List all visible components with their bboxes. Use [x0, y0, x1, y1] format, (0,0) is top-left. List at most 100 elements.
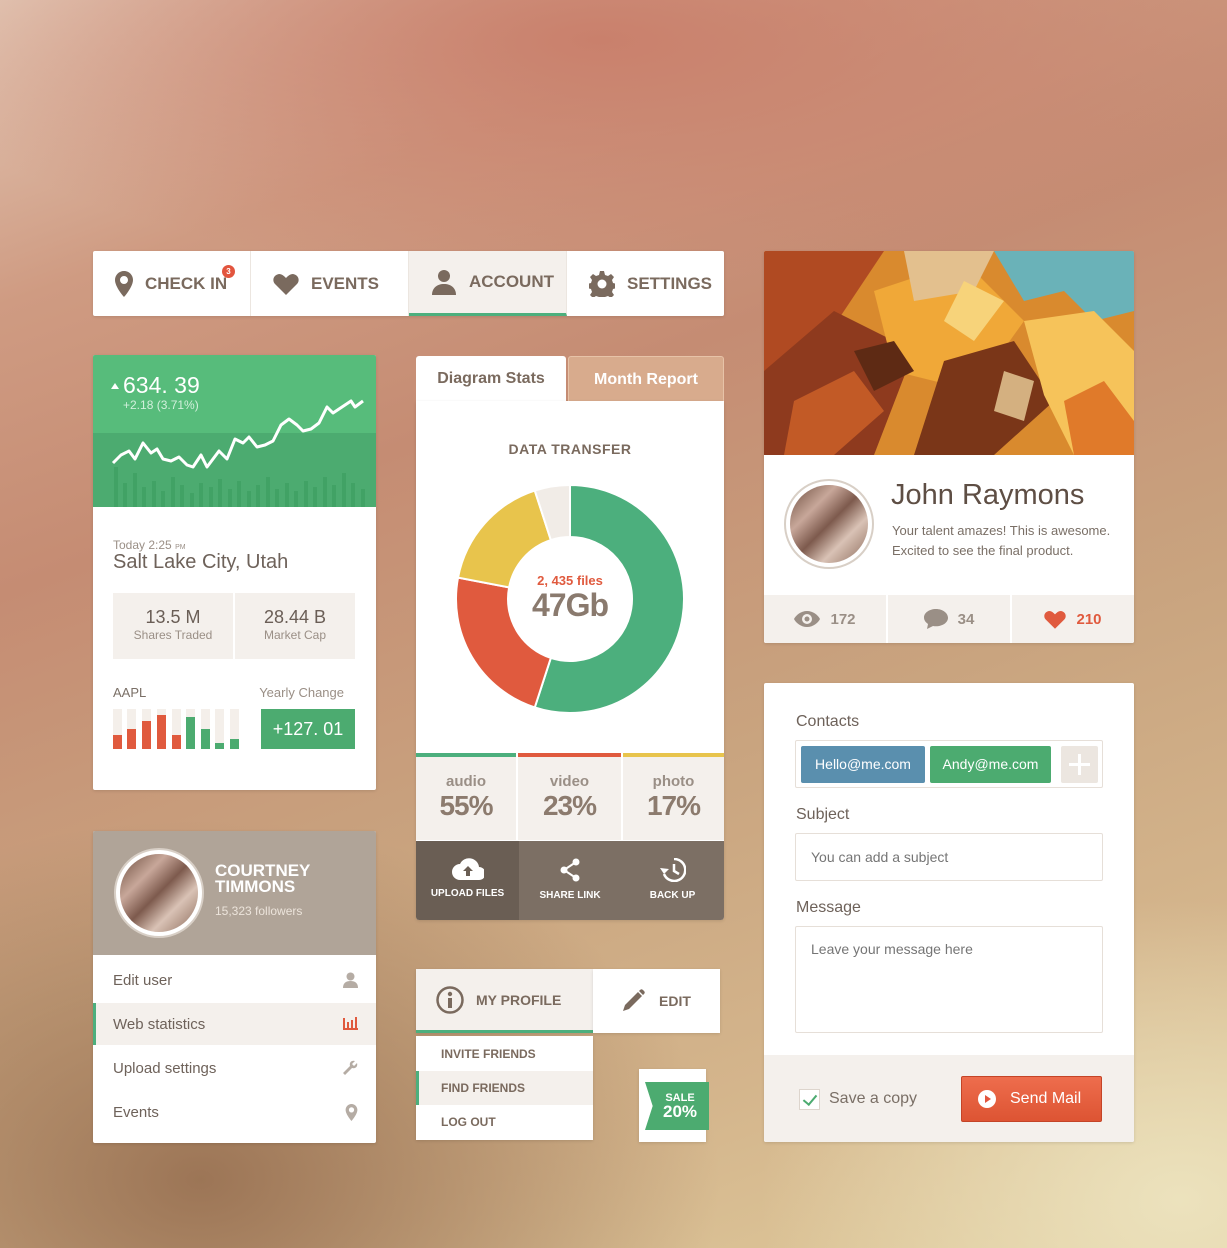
user-icon [432, 270, 456, 295]
comments-stat[interactable]: 34 [888, 595, 1012, 643]
shares-traded-value: 13.5 M [145, 607, 201, 627]
stat-percent: 55% [439, 790, 493, 821]
contacts-label: Contacts [796, 713, 860, 730]
stat-percent: 17% [646, 790, 701, 821]
cover-image [764, 251, 1134, 455]
menu-find-friends[interactable]: FIND FRIENDS [416, 1071, 593, 1105]
profile-header: COURTNEY TIMMONS 15,323 followers [93, 831, 376, 955]
upload-files-label: UPLOAD FILES [430, 888, 505, 899]
stat-name: video [549, 773, 590, 790]
menu-item-events[interactable]: Events [93, 1091, 376, 1133]
menu-item-web-statistics[interactable]: Web statistics [93, 1003, 376, 1045]
nav-events[interactable]: EVENTS [251, 251, 409, 316]
notification-badge: 3 [222, 265, 235, 278]
contact-chip[interactable]: Andy@me.com [930, 746, 1051, 783]
stock-chart-header: 634. 39 +2.18 (3.71%) [93, 355, 376, 507]
send-mail-button[interactable]: Send Mail [961, 1076, 1102, 1122]
location-pin-icon [115, 270, 133, 297]
stat-name: photo [652, 773, 695, 790]
stock-city: Salt Lake City, Utah [113, 551, 289, 573]
stock-change: +2.18 (3.71%) [123, 398, 199, 412]
tab-my-profile[interactable]: MY PROFILE [416, 969, 593, 1033]
file-count: 2, 435 files [537, 573, 603, 588]
subject-label: Subject [796, 806, 850, 823]
add-contact-button[interactable] [1061, 746, 1098, 783]
avatar[interactable] [114, 848, 204, 938]
menu-item-upload-settings[interactable]: Upload settings [93, 1047, 376, 1089]
contact-chip[interactable]: Hello@me.com [801, 746, 925, 783]
upload-files-button[interactable]: UPLOAD FILES [416, 841, 519, 920]
user-icon [343, 972, 358, 988]
chart-title: DATA TRANSFER [508, 441, 632, 457]
contacts-field[interactable]: Hello@me.com Andy@me.com [795, 740, 1103, 788]
nav-account-label: ACCOUNT [469, 272, 554, 291]
message-label: Message [796, 899, 861, 916]
sale-ribbon: SALE 20% [645, 1082, 709, 1130]
location-pin-icon [345, 1104, 358, 1121]
nav-check-in-label: CHECK IN [145, 273, 228, 293]
likes-stat[interactable]: 210 [1012, 595, 1134, 643]
menu-log-out[interactable]: LOG OUT [416, 1105, 593, 1139]
save-copy-checkbox[interactable] [799, 1089, 820, 1110]
views-count: 172 [830, 610, 856, 628]
tab-month-report[interactable]: Month Report [568, 356, 724, 402]
message-textarea[interactable] [795, 926, 1103, 1033]
menu-item-label: Upload settings [113, 1059, 217, 1077]
profile-bio: Your talent amazes! This is awesome. Exc… [892, 523, 1111, 558]
comment-icon [923, 609, 948, 629]
menu-item-label: Edit user [113, 971, 173, 989]
eye-icon [794, 611, 821, 627]
nav-events-label: EVENTS [311, 273, 380, 293]
heart-icon [1044, 610, 1067, 629]
sale-value: 20% [662, 1102, 698, 1121]
market-cap-label: Market Cap [263, 628, 327, 642]
bar-chart-icon [343, 1017, 358, 1030]
stat-percent: 23% [542, 790, 597, 821]
cloud-upload-icon [451, 858, 484, 880]
wrench-icon [343, 1060, 358, 1075]
profile-menu-card: COURTNEY TIMMONS 15,323 followers Edit u… [93, 831, 376, 1143]
mail-footer: Save a copy Send Mail [764, 1055, 1134, 1142]
stat-audio: audio 55% [416, 753, 516, 840]
nav-check-in[interactable]: CHECK IN 3 [93, 251, 251, 316]
info-person-icon [436, 985, 464, 1014]
ticker-label: AAPL [113, 685, 147, 700]
aapl-mini-bars [113, 709, 239, 749]
up-arrow-icon [111, 383, 119, 389]
share-link-button[interactable]: SHARE LINK [519, 841, 621, 920]
back-up-label: BACK UP [649, 890, 696, 901]
history-icon [659, 858, 686, 882]
nav-settings[interactable]: SETTINGS [567, 251, 724, 316]
sale-badge: SALE 20% [639, 1069, 709, 1142]
avatar[interactable] [784, 479, 874, 569]
menu-item-label: Web statistics [113, 1015, 206, 1033]
gear-icon [589, 270, 615, 297]
views-stat[interactable]: 172 [764, 595, 888, 643]
back-up-button[interactable]: BACK UP [621, 841, 724, 920]
shares-traded-box: 13.5 M Shares Traded [113, 593, 233, 659]
yearly-change-button[interactable]: +127. 01 [261, 709, 355, 749]
transfer-size: 47Gb [531, 587, 609, 623]
profile-stats: 172 34 210 [764, 595, 1134, 643]
market-cap-value: 28.44 B [263, 607, 327, 627]
yearly-change-label: Yearly Change [259, 685, 344, 700]
pencil-icon [623, 989, 645, 1011]
send-mail-label: Send Mail [1010, 1090, 1082, 1107]
profile-dropdown: INVITE FRIENDS FIND FRIENDS LOG OUT [416, 1036, 593, 1140]
save-copy-label: Save a copy [829, 1090, 918, 1107]
my-profile-label: MY PROFILE [476, 991, 562, 1008]
shares-traded-label: Shares Traded [133, 628, 213, 642]
nav-account[interactable]: ACCOUNT [409, 251, 567, 316]
profile-name: John Raymons [891, 479, 1085, 511]
subject-input[interactable] [795, 833, 1103, 881]
edit-button[interactable]: EDIT [593, 969, 720, 1033]
nav-settings-label: SETTINGS [627, 273, 713, 293]
menu-invite-friends[interactable]: INVITE FRIENDS [416, 1037, 593, 1071]
comments-count: 34 [957, 610, 975, 628]
stat-photo: photo 17% [623, 753, 724, 840]
edit-label: EDIT [659, 993, 691, 1009]
stat-video: video 23% [518, 753, 621, 840]
menu-item-edit-user[interactable]: Edit user [93, 959, 376, 1001]
tab-diagram-stats[interactable]: Diagram Stats [416, 356, 566, 402]
diagram-card: DATA TRANSFER 2, 435 files 47Gb audio 55… [416, 401, 724, 920]
